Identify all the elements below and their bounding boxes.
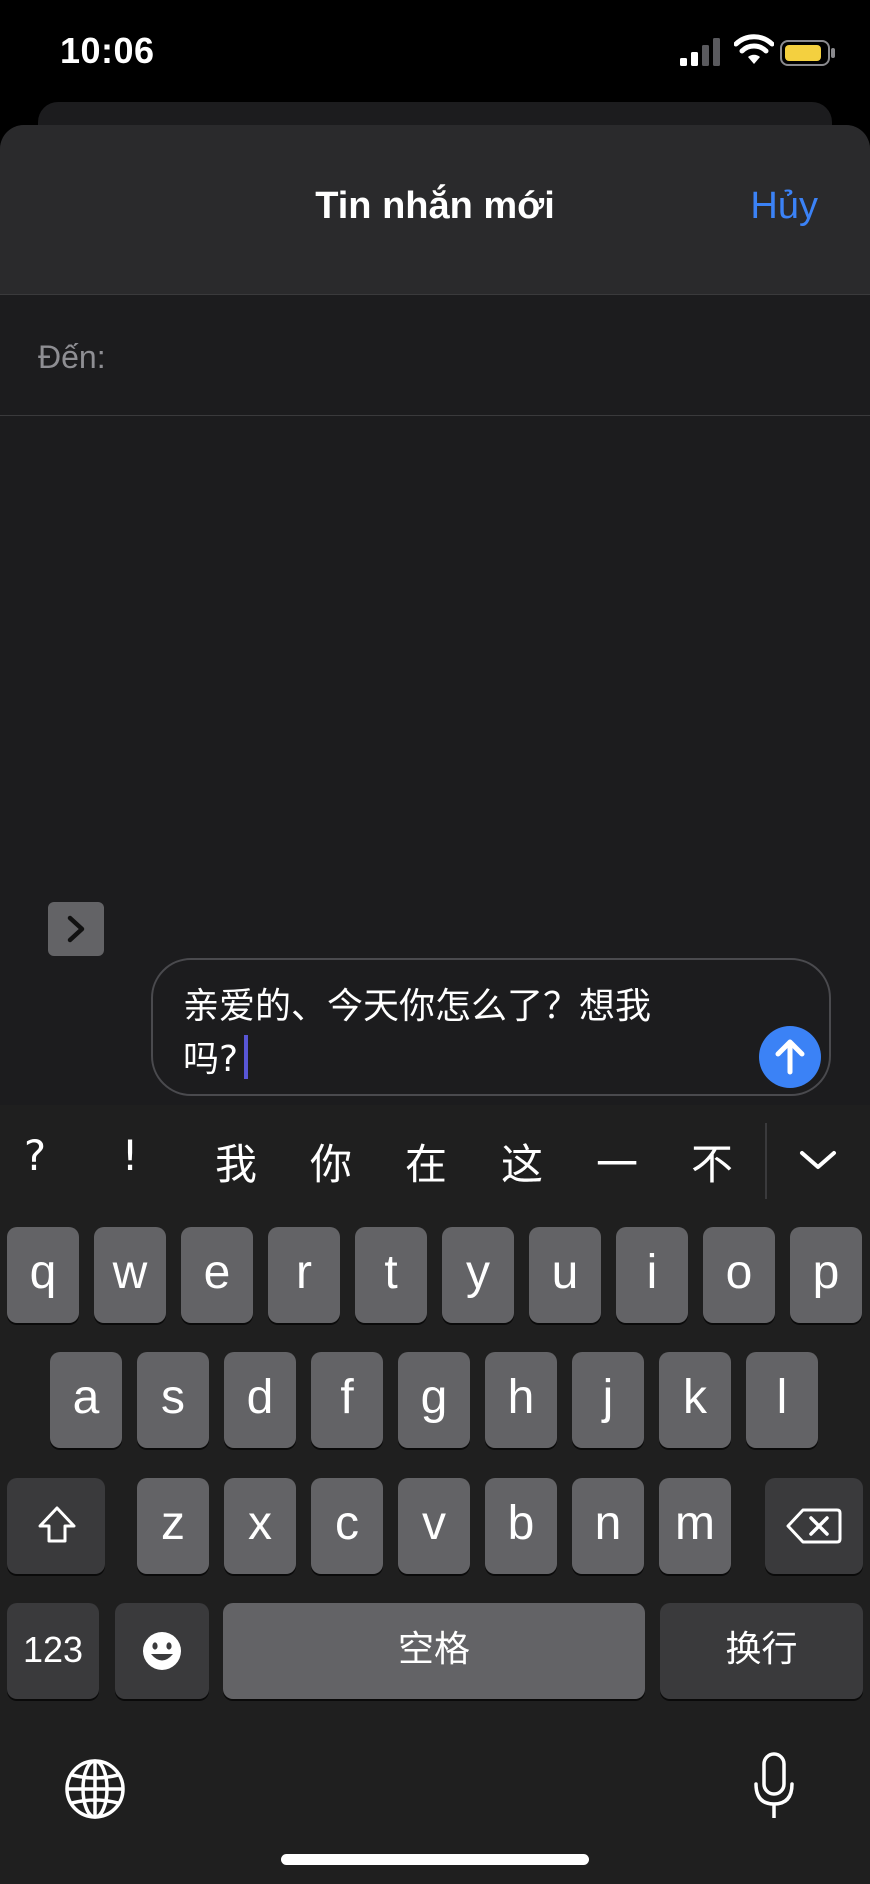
key-c[interactable]: c (311, 1478, 383, 1574)
key-s[interactable]: s (137, 1352, 209, 1448)
key-g[interactable]: g (398, 1352, 470, 1448)
key-m[interactable]: m (659, 1478, 731, 1574)
candidate-item[interactable]: 这 (492, 1131, 552, 1192)
key-q[interactable]: q (7, 1227, 79, 1323)
recipient-field[interactable]: Đến: (0, 295, 870, 416)
shift-icon (38, 1506, 76, 1543)
key-z[interactable]: z (137, 1478, 209, 1574)
microphone-icon[interactable] (752, 1752, 796, 1822)
message-input[interactable]: 亲爱的、今天你怎么了？想我 吗? (151, 958, 831, 1096)
globe-icon[interactable] (63, 1757, 127, 1821)
key-t[interactable]: t (355, 1227, 427, 1323)
emoji-icon (143, 1632, 181, 1670)
delete-key[interactable] (765, 1478, 863, 1574)
candidate-divider (765, 1123, 767, 1199)
battery-icon (780, 40, 835, 66)
key-b[interactable]: b (485, 1478, 557, 1574)
key-x[interactable]: x (224, 1478, 296, 1574)
candidate-item[interactable]: 一 (587, 1131, 647, 1192)
key-d[interactable]: d (224, 1352, 296, 1448)
key-y[interactable]: y (442, 1227, 514, 1323)
key-u[interactable]: u (529, 1227, 601, 1323)
key-j[interactable]: j (572, 1352, 644, 1448)
numbers-key[interactable]: 123 (7, 1603, 99, 1699)
key-p[interactable]: p (790, 1227, 862, 1323)
key-e[interactable]: e (181, 1227, 253, 1323)
recipient-label: Đến: (38, 339, 106, 375)
key-w[interactable]: w (94, 1227, 166, 1323)
message-text-line2: 吗? (183, 1039, 239, 1080)
status-bar: 10:06 (0, 0, 870, 104)
candidate-bar: ? ! 我 你 在 这 一 不 (0, 1105, 870, 1220)
space-key[interactable]: 空格 (223, 1603, 645, 1699)
candidate-item[interactable]: 在 (396, 1131, 456, 1192)
candidate-item[interactable]: 你 (301, 1131, 361, 1192)
key-r[interactable]: r (268, 1227, 340, 1323)
candidate-item[interactable]: ? (5, 1131, 65, 1180)
wifi-icon (734, 34, 774, 64)
send-button[interactable] (759, 1026, 821, 1088)
delete-icon (786, 1508, 842, 1544)
key-i[interactable]: i (616, 1227, 688, 1323)
key-n[interactable]: n (572, 1478, 644, 1574)
key-v[interactable]: v (398, 1478, 470, 1574)
chevron-down-icon[interactable] (798, 1145, 838, 1175)
shift-key[interactable] (7, 1478, 105, 1574)
home-indicator[interactable] (281, 1854, 589, 1865)
key-f[interactable]: f (311, 1352, 383, 1448)
key-l[interactable]: l (746, 1352, 818, 1448)
message-text: 亲爱的、今天你怎么了？想我 吗? (183, 980, 743, 1086)
nav-bar: Tin nhắn mới Hủy (0, 125, 870, 295)
signal-icon (680, 38, 720, 66)
candidate-item[interactable]: ! (100, 1131, 160, 1180)
key-h[interactable]: h (485, 1352, 557, 1448)
return-key[interactable]: 换行 (660, 1603, 863, 1699)
page-title: Tin nhắn mới (315, 185, 555, 227)
expand-apps-button[interactable] (48, 902, 104, 956)
arrow-up-icon (775, 1039, 805, 1075)
key-k[interactable]: k (659, 1352, 731, 1448)
key-a[interactable]: a (50, 1352, 122, 1448)
keyboard: ? ! 我 你 在 这 一 不 q w e r t y u i o p a s … (0, 1105, 870, 1884)
candidate-item[interactable]: 不 (682, 1131, 742, 1192)
candidate-item[interactable]: 我 (206, 1131, 266, 1192)
chevron-right-icon (67, 915, 85, 943)
text-caret (244, 1035, 249, 1079)
emoji-key[interactable] (115, 1603, 209, 1699)
status-time: 10:06 (60, 30, 155, 71)
cancel-button[interactable]: Hủy (750, 185, 818, 228)
message-text-line1: 亲爱的、今天你怎么了？想我 (183, 986, 652, 1027)
key-o[interactable]: o (703, 1227, 775, 1323)
